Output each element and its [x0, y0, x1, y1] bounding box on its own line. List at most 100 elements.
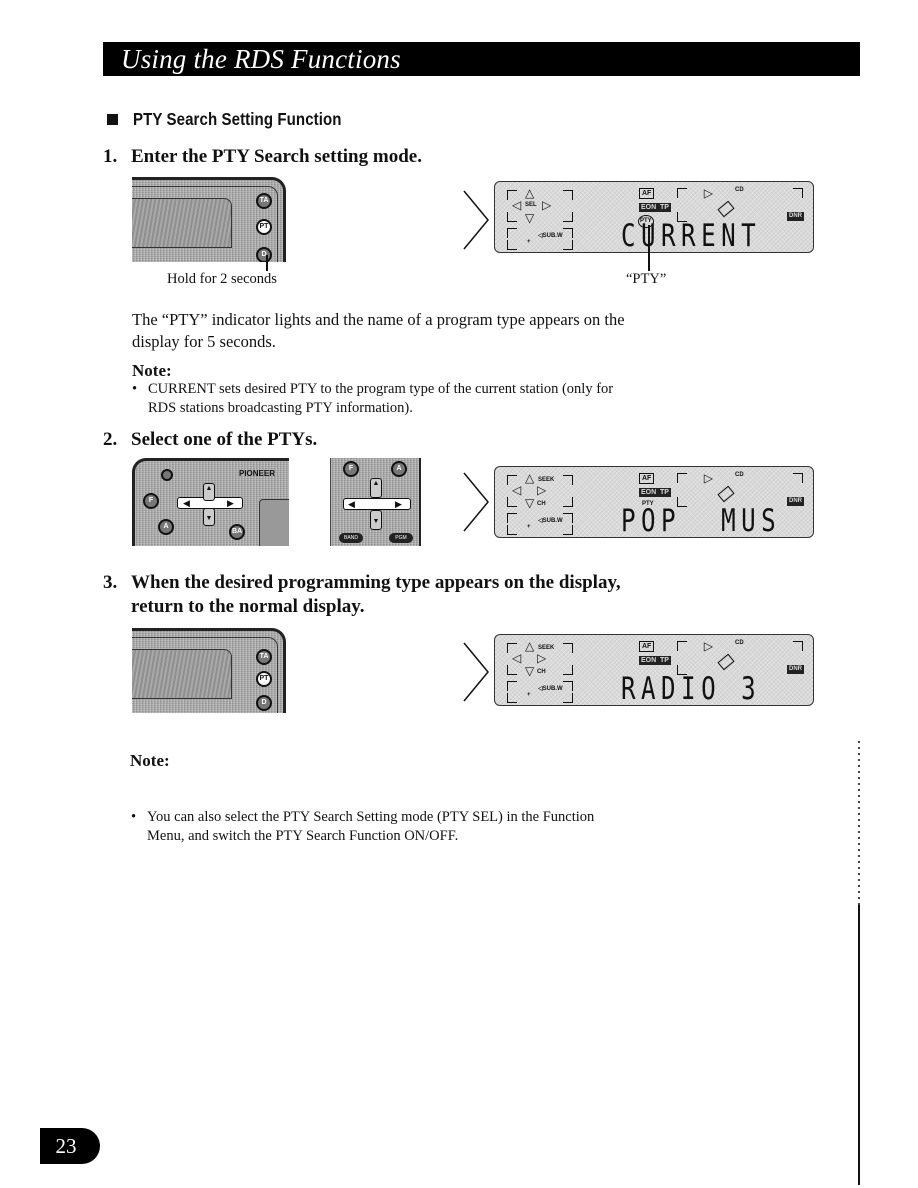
four-way-arrow-icon: △	[525, 186, 535, 200]
body-paragraph: The “PTY” indicator lights and the name …	[132, 309, 625, 353]
note-heading: Note:	[132, 361, 172, 380]
a-button[interactable]: A	[158, 519, 174, 535]
ba-button[interactable]: BA	[229, 524, 245, 540]
unit-screen	[132, 649, 232, 699]
d-button[interactable]: D	[256, 695, 272, 711]
lcd-text: CURRENT	[621, 218, 762, 254]
pt-button[interactable]: PT	[256, 671, 272, 687]
remote-pgm-button[interactable]: PGM	[389, 533, 413, 543]
plus-mark: +	[527, 239, 531, 245]
down-button[interactable]: ▼	[203, 508, 215, 526]
af-indicator: AF	[639, 473, 655, 484]
section-header: PTY Search Setting Function	[107, 109, 376, 130]
note-heading: Note:	[130, 751, 170, 770]
step-text: Select one of the PTYs.	[131, 429, 318, 450]
lcd-display-radio3: △ SEEK ◁ ▷ ▽ CH ◁SUB.W + AF EON TP ▽ CD …	[494, 634, 814, 706]
af-indicator: AF	[639, 641, 655, 652]
small-button[interactable]	[161, 469, 173, 481]
note-line: RDS stations broadcasting PTY informatio…	[148, 400, 413, 416]
right-triangle-outline-icon	[463, 642, 489, 702]
chapter-title-band: Using the RDS Functions	[103, 42, 860, 76]
d-button[interactable]: D	[256, 247, 272, 262]
step-text: When the desired programming type appear…	[131, 572, 621, 593]
up-button[interactable]: ▲	[203, 483, 215, 501]
remote-f-button[interactable]: F	[343, 461, 359, 477]
scan-edge-artifact	[858, 740, 860, 905]
note-line: You can also select the PTY Search Setti…	[147, 809, 595, 825]
down-arrow-icon: ▽	[525, 664, 535, 678]
four-way-arrow-icon: △	[525, 639, 535, 653]
cd-icon	[717, 200, 735, 218]
remote-down-button[interactable]: ▼	[370, 510, 382, 530]
antenna-icon: ▽	[700, 189, 715, 199]
plus-mark: +	[527, 692, 531, 698]
step-number: 1.	[103, 146, 118, 167]
right-triangle-outline-icon	[463, 190, 489, 250]
brand-logo: PIONEER	[239, 469, 276, 478]
black-square-icon	[107, 114, 118, 125]
cd-icon	[717, 653, 735, 671]
left-arrow-icon: ◁	[512, 483, 522, 497]
dnr-badge: DNR	[787, 212, 804, 221]
remote-a-button[interactable]: A	[391, 461, 407, 477]
ch-label: CH	[537, 669, 546, 675]
step-3-heading: 3. When the desired programming type appe…	[103, 571, 621, 619]
head-unit-front-illustration: PIONEER F A BA ◀ ▶ ▲ ▼	[132, 458, 289, 546]
antenna-icon: ▽	[700, 474, 715, 484]
down-arrow-icon: ▽	[525, 496, 535, 510]
eon-indicator: EON	[639, 488, 659, 497]
unit-screen	[132, 198, 232, 248]
subw-label: ◁SUB.W	[538, 518, 563, 524]
nav-label: SEL	[525, 202, 537, 208]
remote-up-button[interactable]: ▲	[370, 478, 382, 498]
remote-right-button[interactable]: ▶	[395, 499, 402, 510]
step-2-heading: 2. Select one of the PTYs.	[103, 428, 317, 452]
pty-caption: “PTY”	[626, 271, 667, 287]
step-text: return to the normal display.	[131, 596, 365, 617]
note-line: Menu, and switch the PTY Search Function…	[147, 828, 459, 844]
subw-label: ◁SUB.W	[538, 686, 563, 692]
tp-indicator: TP	[658, 488, 671, 497]
ta-button[interactable]: TA	[256, 193, 272, 209]
step-number: 3.	[103, 572, 118, 593]
remote-left-button[interactable]: ◀	[348, 499, 355, 510]
body-line: display for 5 seconds.	[132, 332, 276, 351]
left-arrow-icon: ◁	[512, 198, 522, 212]
ta-button[interactable]: TA	[256, 649, 272, 665]
tp-indicator: TP	[658, 656, 671, 665]
chapter-title: Using the RDS Functions	[121, 44, 401, 74]
right-button[interactable]: ▶	[227, 498, 234, 509]
page-number-tab: 23	[40, 1128, 100, 1164]
note-item: • CURRENT sets desired PTY to the progra…	[132, 380, 692, 418]
lcd-display-current: △ ◁ SEL ▷ ▽ ◁SUB.W + AF EON TP PTY ▽ CD …	[494, 181, 814, 253]
right-arrow-icon: ▷	[537, 651, 547, 665]
body-line: The “PTY” indicator lights and the name …	[132, 310, 625, 329]
cd-label: CD	[735, 640, 744, 646]
note-item: • You can also select the PTY Search Set…	[131, 808, 691, 846]
remote-band-button[interactable]: BAND	[339, 533, 363, 543]
head-unit-illustration: TA PT D	[132, 177, 286, 262]
left-arrow-icon: ◁	[512, 651, 522, 665]
unit-screen	[259, 499, 289, 546]
note-line: CURRENT sets desired PTY to the program …	[148, 381, 614, 397]
lcd-display-pop-mus: △ SEEK ◁ ▷ ▽ CH ◁SUB.W + AF EON TP PTY ▽…	[494, 466, 814, 538]
ch-label: CH	[537, 501, 546, 507]
eon-indicator: EON	[639, 656, 659, 665]
section-title: PTY Search Setting Function	[133, 109, 342, 129]
dnr-badge: DNR	[787, 497, 804, 506]
eon-indicator: EON	[639, 203, 659, 212]
bullet: •	[131, 809, 137, 825]
four-way-arrow-icon: △	[525, 471, 535, 485]
right-arrow-icon: ▷	[537, 483, 547, 497]
f-button[interactable]: F	[143, 493, 159, 509]
step-number: 2.	[103, 429, 118, 450]
callout-line	[648, 225, 650, 271]
remote-control-illustration: F A ◀ ▶ ▲ ▼ BAND PGM	[330, 458, 421, 546]
down-arrow-icon: ▽	[525, 211, 535, 225]
lcd-text: POP MUS	[621, 503, 782, 539]
left-button[interactable]: ◀	[183, 498, 190, 509]
scan-edge-line	[858, 905, 860, 1185]
right-triangle-outline-icon	[463, 472, 489, 532]
step-text: Enter the PTY Search setting mode.	[131, 146, 422, 167]
pt-button[interactable]: PT	[256, 219, 272, 235]
